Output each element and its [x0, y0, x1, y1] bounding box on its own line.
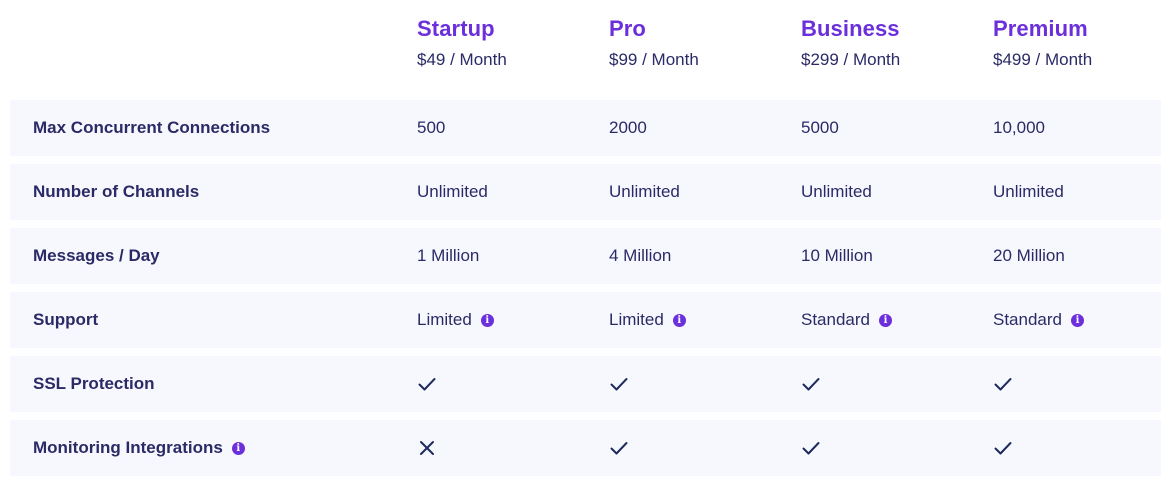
plan-startup: Startup $49 / Month: [417, 14, 597, 72]
cell-premium: Standard i: [993, 292, 1084, 348]
row-label: Number of Channels: [33, 182, 200, 201]
cell-pro: 2000: [609, 118, 647, 137]
cell-startup: [417, 420, 437, 476]
cell-business: Standard i: [801, 292, 892, 348]
check-icon: [993, 374, 1013, 394]
plan-name: Business: [801, 16, 900, 41]
check-icon: [993, 438, 1013, 458]
cell-premium: Unlimited: [993, 182, 1064, 201]
cell-value: Limited: [417, 310, 472, 329]
row-label: SSL Protection: [33, 374, 155, 393]
cell-pro: Unlimited: [609, 182, 680, 201]
plan-premium: Premium $499 / Month: [993, 14, 1172, 72]
cell-startup: Unlimited: [417, 182, 488, 201]
check-icon: [801, 374, 821, 394]
plan-pro: Pro $99 / Month: [609, 14, 789, 72]
check-icon: [417, 374, 437, 394]
cell-startup: Limited i: [417, 292, 494, 348]
plan-name: Startup: [417, 16, 495, 41]
plans-header: Startup $49 / Month Pro $99 / Month Busi…: [0, 0, 1172, 100]
row-messages-per-day: Messages / Day 1 Million 4 Million 10 Mi…: [10, 228, 1161, 284]
row-label: Messages / Day: [33, 246, 160, 265]
cell-pro: [609, 356, 629, 412]
cell-pro: Limited i: [609, 292, 686, 348]
cell-value: Limited: [609, 310, 664, 329]
plan-business: Business $299 / Month: [801, 14, 981, 72]
info-icon[interactable]: i: [231, 441, 245, 455]
plan-name: Premium: [993, 16, 1088, 41]
cell-business: 10 Million: [801, 246, 873, 265]
check-icon: [609, 374, 629, 394]
row-support: Support Limited i Limited i Standard i S…: [10, 292, 1161, 348]
cell-business: [801, 356, 821, 412]
cell-pro: 4 Million: [609, 246, 672, 265]
row-label: Monitoring Integrations: [33, 438, 223, 457]
cell-startup: 500: [417, 118, 446, 137]
info-icon[interactable]: i: [1071, 313, 1084, 327]
info-icon[interactable]: i: [879, 313, 892, 327]
plan-price: $299 / Month: [801, 50, 901, 69]
cell-business: 5000: [801, 118, 839, 137]
row-label: Support: [33, 310, 99, 329]
check-icon: [801, 438, 821, 458]
row-monitoring-integrations: Monitoring Integrations i: [10, 420, 1161, 476]
cell-premium: [993, 356, 1013, 412]
plan-name: Pro: [609, 16, 646, 41]
cell-value: Standard: [993, 310, 1062, 329]
row-label-container: Monitoring Integrations i: [33, 420, 245, 476]
cell-value: Standard: [801, 310, 870, 329]
plan-price: $99 / Month: [609, 50, 699, 69]
row-label: Max Concurrent Connections: [33, 118, 271, 137]
cell-startup: [417, 356, 437, 412]
row-ssl-protection: SSL Protection: [10, 356, 1161, 412]
cell-pro: [609, 420, 629, 476]
plan-price: $499 / Month: [993, 50, 1093, 69]
cell-business: Unlimited: [801, 182, 872, 201]
info-icon[interactable]: i: [480, 313, 494, 327]
check-icon: [609, 438, 629, 458]
cross-icon: [417, 438, 437, 458]
cell-startup: 1 Million: [417, 246, 480, 265]
cell-premium: 10,000: [993, 118, 1045, 137]
plan-price: $49 / Month: [417, 50, 507, 69]
cell-premium: 20 Million: [993, 246, 1065, 265]
cell-business: [801, 420, 821, 476]
row-number-of-channels: Number of Channels Unlimited Unlimited U…: [10, 164, 1161, 220]
row-max-concurrent-connections: Max Concurrent Connections 500 2000 5000…: [10, 100, 1161, 156]
info-icon[interactable]: i: [672, 313, 686, 327]
cell-premium: [993, 420, 1013, 476]
